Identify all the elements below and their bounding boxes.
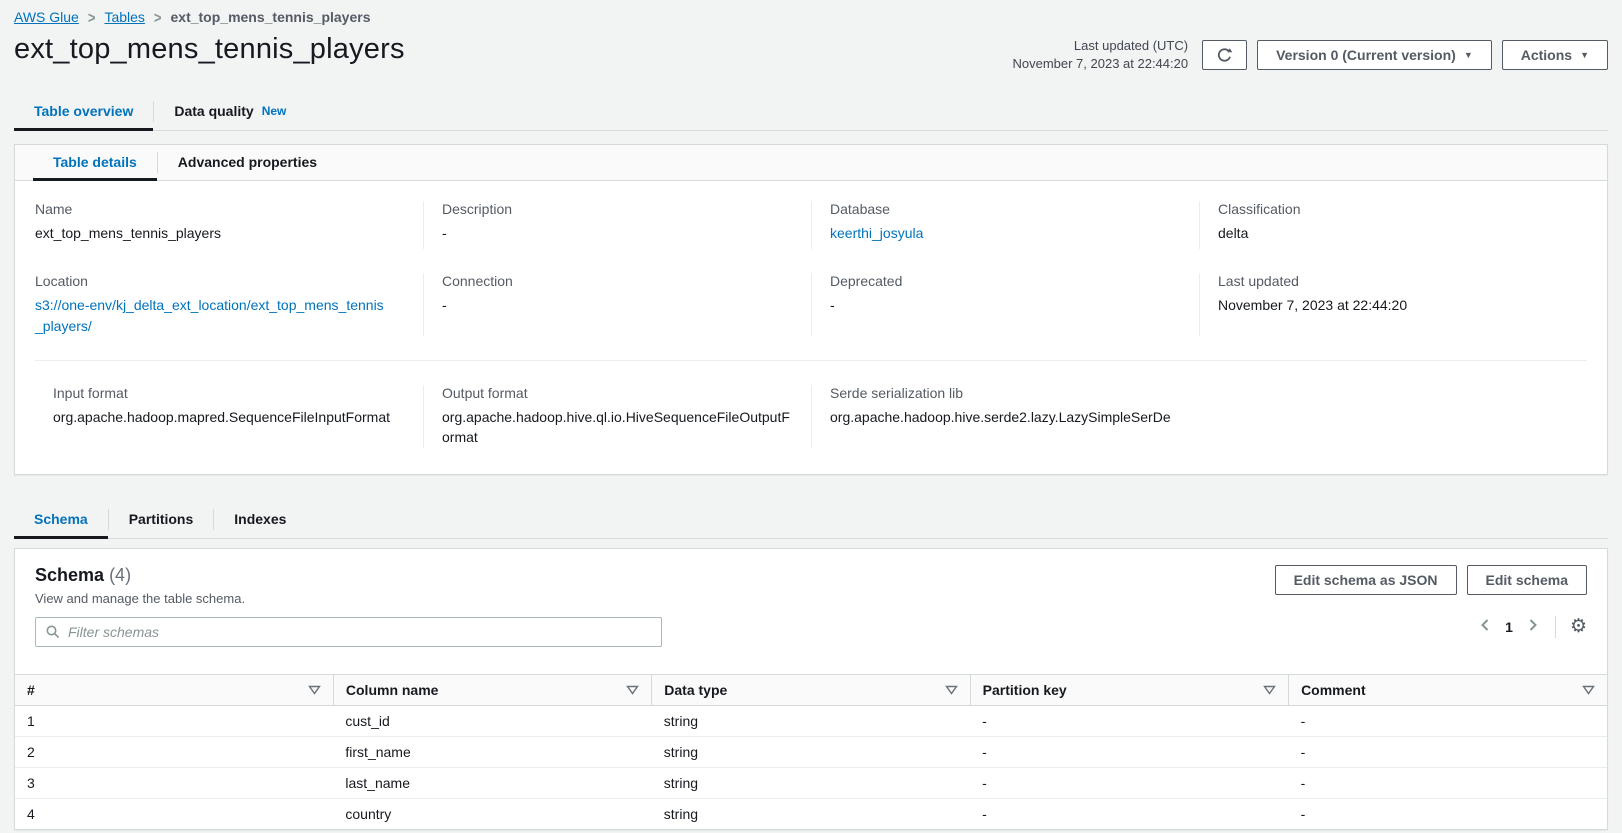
- field-description: Description -: [423, 201, 811, 249]
- tab-partitions[interactable]: Partitions: [109, 501, 214, 539]
- actions-button[interactable]: Actions ▼: [1502, 40, 1608, 70]
- schema-panel-title: Schema (4): [35, 565, 662, 586]
- field-input-format: Input format org.apache.hadoop.mapred.Se…: [35, 385, 423, 448]
- refresh-icon: [1216, 47, 1233, 64]
- schema-count: (4): [109, 565, 131, 585]
- filter-icon[interactable]: [1263, 682, 1276, 698]
- field-connection: Connection -: [423, 273, 811, 336]
- schema-head-right: Edit schema as JSON Edit schema 1: [1275, 565, 1587, 647]
- schema-description: View and manage the table schema.: [35, 591, 662, 606]
- column-header-index[interactable]: #: [15, 674, 333, 705]
- table-row: 4 country string - -: [15, 798, 1607, 829]
- page-header: ext_top_mens_tennis_players Last updated…: [14, 33, 1608, 73]
- schema-table: # Column name Data type Partition key: [15, 674, 1607, 829]
- pagination-divider: [1555, 616, 1556, 638]
- caret-down-icon: ▼: [1464, 50, 1473, 60]
- database-link[interactable]: keerthi_josyula: [830, 225, 923, 241]
- gear-icon[interactable]: ⚙: [1570, 617, 1587, 636]
- tab-indexes[interactable]: Indexes: [214, 501, 306, 539]
- tab-table-details[interactable]: Table details: [33, 145, 157, 181]
- next-page-button[interactable]: [1525, 616, 1541, 637]
- details-divider: [35, 360, 1587, 361]
- table-details-card: Table details Advanced properties Name e…: [14, 144, 1608, 474]
- caret-down-icon: ▼: [1580, 50, 1589, 60]
- tab-schema[interactable]: Schema: [14, 501, 108, 539]
- edit-schema-as-json-button[interactable]: Edit schema as JSON: [1275, 565, 1457, 595]
- column-header-comment[interactable]: Comment: [1289, 674, 1607, 705]
- refresh-button[interactable]: [1202, 40, 1247, 70]
- field-deprecated: Deprecated -: [811, 273, 1199, 336]
- table-row: 3 last_name string - -: [15, 767, 1607, 798]
- filter-icon[interactable]: [945, 682, 958, 698]
- page-title: ext_top_mens_tennis_players: [14, 33, 405, 66]
- field-last-updated: Last updated November 7, 2023 at 22:44:2…: [1199, 273, 1587, 336]
- field-serde: Serde serialization lib org.apache.hadoo…: [811, 385, 1587, 448]
- new-badge: New: [262, 104, 287, 118]
- filter-icon[interactable]: [1582, 682, 1595, 698]
- field-output-format: Output format org.apache.hadoop.hive.ql.…: [423, 385, 811, 448]
- breadcrumb-current: ext_top_mens_tennis_players: [171, 9, 371, 25]
- filter-icon[interactable]: [626, 682, 639, 698]
- field-classification: Classification delta: [1199, 201, 1587, 249]
- last-updated-text: Last updated (UTC) November 7, 2023 at 2…: [1012, 37, 1188, 73]
- table-row: 1 cust_id string - -: [15, 705, 1607, 736]
- current-page-number[interactable]: 1: [1505, 619, 1513, 635]
- schema-section-tabs: Schema Partitions Indexes: [14, 501, 1608, 539]
- filter-schemas-input[interactable]: [35, 617, 662, 647]
- details-tabs: Table details Advanced properties: [15, 145, 1607, 181]
- schema-table-header-row: # Column name Data type Partition key: [15, 674, 1607, 705]
- tab-table-overview[interactable]: Table overview: [14, 93, 153, 131]
- location-link[interactable]: s3://one-env/kj_delta_ext_location/ext_t…: [35, 297, 384, 333]
- column-header-column-name[interactable]: Column name: [333, 674, 651, 705]
- field-name: Name ext_top_mens_tennis_players: [35, 201, 423, 249]
- chevron-right-icon: [1527, 618, 1539, 635]
- field-database: Database keerthi_josyula: [811, 201, 1199, 249]
- details-grid: Name ext_top_mens_tennis_players Descrip…: [15, 181, 1607, 473]
- column-header-data-type[interactable]: Data type: [652, 674, 970, 705]
- page: AWS Glue > Tables > ext_top_mens_tennis_…: [0, 0, 1622, 830]
- edit-schema-button[interactable]: Edit schema: [1467, 565, 1587, 595]
- table-row: 2 first_name string - -: [15, 736, 1607, 767]
- filter-icon[interactable]: [308, 682, 321, 698]
- breadcrumb-link-aws-glue[interactable]: AWS Glue: [14, 9, 79, 25]
- tab-data-quality[interactable]: Data quality New: [154, 93, 306, 131]
- previous-page-button[interactable]: [1477, 616, 1493, 637]
- page-tabs: Table overview Data quality New: [14, 93, 1608, 131]
- breadcrumb-link-tables[interactable]: Tables: [104, 9, 144, 25]
- chevron-left-icon: [1479, 618, 1491, 635]
- tab-advanced-properties[interactable]: Advanced properties: [158, 145, 337, 181]
- chevron-right-icon: >: [154, 8, 162, 26]
- column-header-partition-key[interactable]: Partition key: [970, 674, 1288, 705]
- breadcrumb: AWS Glue > Tables > ext_top_mens_tennis_…: [14, 0, 1608, 25]
- schema-head-left: Schema (4) View and manage the table sch…: [35, 565, 662, 647]
- chevron-right-icon: >: [88, 8, 96, 26]
- version-dropdown[interactable]: Version 0 (Current version) ▼: [1257, 40, 1492, 70]
- search-icon: [45, 624, 61, 643]
- field-location: Location s3://one-env/kj_delta_ext_locat…: [35, 273, 423, 336]
- schema-card: Schema (4) View and manage the table sch…: [14, 548, 1608, 830]
- pagination: 1 ⚙: [1477, 616, 1587, 638]
